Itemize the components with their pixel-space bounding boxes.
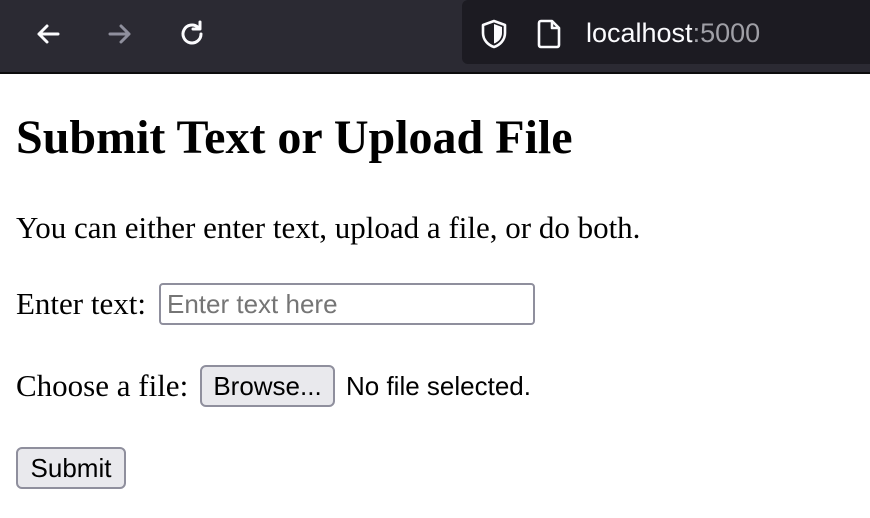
url-text[interactable]: localhost:5000	[586, 17, 760, 49]
text-field-label: Enter text:	[16, 286, 146, 321]
file-field-label: Choose a file:	[16, 368, 189, 403]
file-status: No file selected.	[346, 371, 531, 401]
shield-icon[interactable]	[478, 18, 510, 50]
text-input[interactable]	[159, 283, 535, 325]
submit-button[interactable]: Submit	[16, 447, 126, 489]
browser-toolbar: localhost:5000	[0, 0, 870, 74]
url-port: :5000	[692, 18, 761, 48]
back-arrow-icon	[37, 24, 60, 44]
reload-button[interactable]	[172, 14, 212, 54]
page-icon[interactable]	[536, 18, 564, 50]
intro-text: You can either enter text, upload a file…	[16, 210, 641, 245]
forward-arrow-icon	[108, 24, 131, 44]
back-button[interactable]	[28, 14, 68, 54]
reload-icon	[181, 20, 203, 45]
browse-button[interactable]: Browse...	[200, 365, 335, 407]
url-host: localhost	[586, 18, 693, 48]
forward-button[interactable]	[100, 14, 140, 54]
page-title: Submit Text or Upload File	[16, 111, 573, 164]
